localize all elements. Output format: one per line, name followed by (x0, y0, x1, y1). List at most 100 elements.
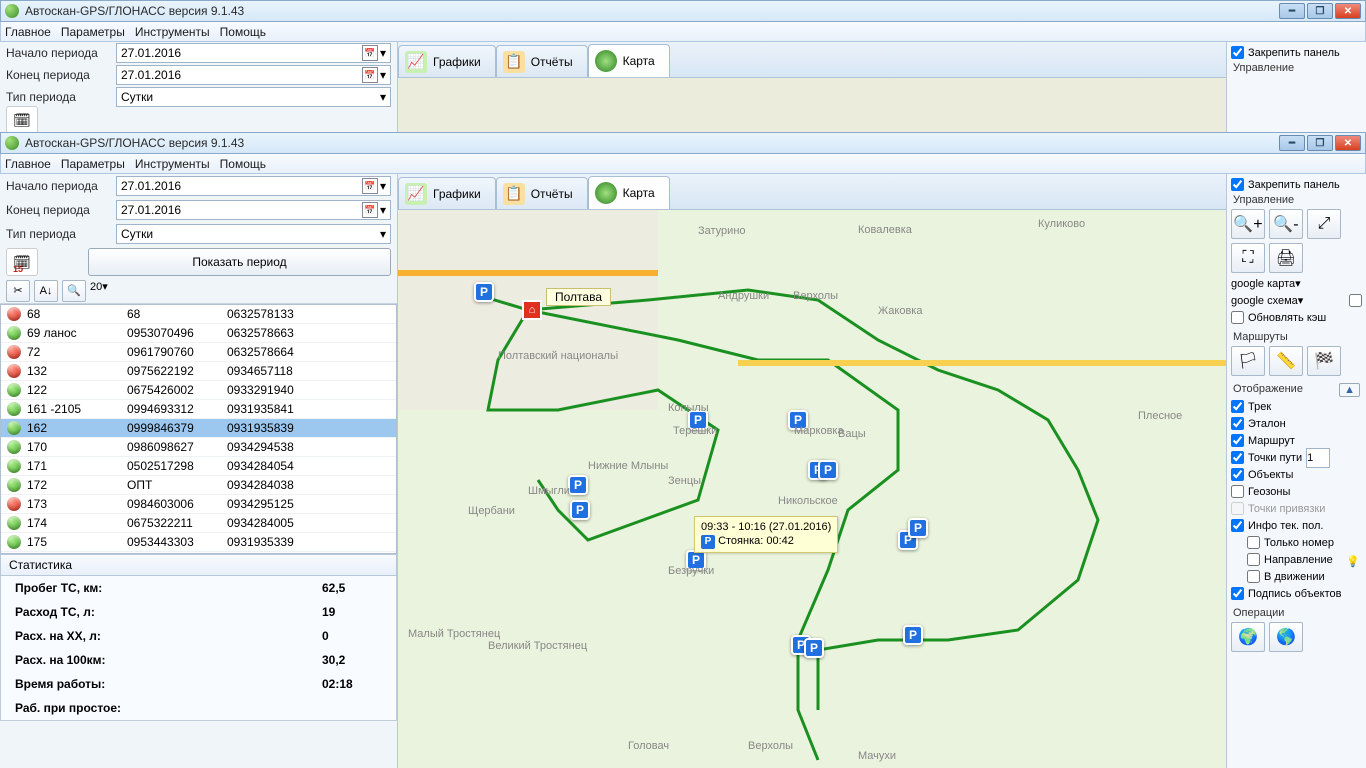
vehicle-row[interactable]: 161 -2105 0994693312 0931935841 (1, 400, 396, 419)
tab-map-back[interactable]: Карта (588, 44, 670, 77)
end-date-input[interactable]: 27.01.2016 📅▾ (116, 200, 391, 220)
vehicle-row[interactable]: 162 0999846379 0931935839 (1, 419, 396, 438)
number-only-checkbox[interactable]: Только номер (1229, 534, 1364, 551)
vehicle-row[interactable]: 172 ОПТ 0934284038 (1, 476, 396, 495)
status-dot-icon (7, 516, 21, 530)
vehicle-row[interactable]: 173 0984603006 0934295125 (1, 495, 396, 514)
info-current-checkbox[interactable]: Инфо тек. пол. (1229, 517, 1364, 534)
type-select-back[interactable]: Сутки ▾ (116, 87, 391, 107)
moving-checkbox[interactable]: В движении (1229, 568, 1364, 585)
route-checkbox[interactable]: Маршрут (1229, 432, 1364, 449)
parking-marker[interactable]: P (474, 282, 494, 302)
print-icon[interactable]: 🖨 (1269, 243, 1303, 273)
start-date-input-back[interactable]: 27.01.2016 📅▾ (116, 43, 391, 63)
menu-params[interactable]: Параметры (61, 157, 125, 171)
map-canvas[interactable]: ⌂ Полтава P P P P P P P P P P P P P 09:3… (398, 210, 1226, 768)
bind-points-checkbox[interactable]: Точки привязки (1229, 500, 1364, 517)
fullscreen-icon[interactable]: ⤢ (1307, 209, 1341, 239)
direction-checkbox[interactable]: Направление (1229, 551, 1364, 568)
vehicle-row[interactable]: 174 0675322211 0934284005 (1, 514, 396, 533)
tool-search-icon[interactable]: 🔍 (62, 280, 86, 302)
route-flag2-icon[interactable]: 🏁 (1307, 346, 1341, 376)
vehicle-row[interactable]: 122 0675426002 0933291940 (1, 381, 396, 400)
etalon-checkbox[interactable]: Эталон (1229, 415, 1364, 432)
menu-tools[interactable]: Инструменты (135, 157, 210, 171)
op-globe1-icon[interactable]: 🌍 (1231, 622, 1265, 652)
home-marker-icon[interactable]: ⌂ (522, 300, 542, 320)
pin-panel-checkbox[interactable]: Закрепить панель (1229, 176, 1364, 193)
pin-panel-checkbox-back[interactable]: Закрепить панель (1229, 44, 1364, 61)
tab-charts[interactable]: 📈Графики (398, 177, 496, 209)
fit-icon[interactable]: ⛶ (1231, 243, 1265, 273)
vehicle-row[interactable]: 72 0961790760 0632578664 (1, 343, 396, 362)
status-dot-icon (7, 345, 21, 359)
type-select[interactable]: Сутки ▾ (116, 224, 391, 244)
bulb-icon[interactable]: 💡 (1346, 555, 1360, 568)
show-period-button[interactable]: Показать период (88, 248, 391, 276)
menu-main[interactable]: Главное (5, 25, 51, 39)
tab-charts-back[interactable]: 📈Графики (398, 45, 496, 77)
calendar-icon[interactable]: 📅 (362, 178, 378, 194)
close-button[interactable]: ✕ (1335, 135, 1361, 151)
vehicle-row[interactable]: 132 0975622192 0934657118 (1, 362, 396, 381)
vehicle-col2: 0675322211 (127, 516, 227, 530)
parking-marker[interactable]: P (818, 460, 838, 480)
map-style-select[interactable]: google схема▾ (1231, 294, 1345, 307)
start-date-input[interactable]: 27.01.2016 📅▾ (116, 176, 391, 196)
collapse-icon[interactable]: ▲ (1339, 383, 1360, 397)
vehicle-row[interactable]: 68 68 0632578133 (1, 305, 396, 324)
zoom-in-icon[interactable]: 🔍+ (1231, 209, 1265, 239)
vehicle-col2: 0999846379 (127, 421, 227, 435)
parking-marker[interactable]: P (903, 625, 923, 645)
parking-marker[interactable]: P (804, 638, 824, 658)
menu-help[interactable]: Помощь (220, 157, 266, 171)
tab-reports-back[interactable]: 📋Отчёты (496, 45, 588, 77)
main-tabs: 📈Графики 📋Отчёты Карта (398, 174, 1226, 210)
close-button-back[interactable]: ✕ (1335, 3, 1361, 19)
calendar-icon[interactable]: 📅 (362, 45, 378, 61)
tool-sort-icon[interactable]: A↓ (34, 280, 58, 302)
tab-reports[interactable]: 📋Отчёты (496, 177, 588, 209)
menu-params[interactable]: Параметры (61, 25, 125, 39)
labels-checkbox[interactable]: Подпись объектов (1229, 585, 1364, 602)
menu-help[interactable]: Помощь (220, 25, 266, 39)
map-type-select[interactable]: google карта▾ (1231, 277, 1362, 290)
tab-map[interactable]: Карта (588, 176, 670, 209)
start-label: Начало периода (6, 179, 116, 193)
track-checkbox[interactable]: Трек (1229, 398, 1364, 415)
tool-cut-icon[interactable]: ✂ (6, 280, 30, 302)
route-flag1-icon[interactable]: 🏳 (1231, 346, 1265, 376)
parking-marker[interactable]: P (908, 518, 928, 538)
vehicle-row[interactable]: 171 0502517298 0934284054 (1, 457, 396, 476)
start-label: Начало периода (6, 46, 116, 60)
vehicle-row[interactable]: 69 ланос 0953070496 0632578663 (1, 324, 396, 343)
map-style-checkbox[interactable] (1349, 294, 1362, 307)
maximize-button[interactable]: ❐ (1307, 135, 1333, 151)
end-date-input-back[interactable]: 27.01.2016 📅▾ (116, 65, 391, 85)
geozones-checkbox[interactable]: Геозоны (1229, 483, 1364, 500)
vehicle-row[interactable]: 175 0953443303 0931935339 (1, 533, 396, 552)
menu-tools[interactable]: Инструменты (135, 25, 210, 39)
refresh-cache-checkbox[interactable]: Обновлять кэш (1229, 309, 1364, 326)
route-measure-icon[interactable]: 📏 (1269, 346, 1303, 376)
calendar-icon[interactable]: 📅 (362, 67, 378, 83)
calendar-icon[interactable]: 📅 (362, 202, 378, 218)
maximize-button-back[interactable]: ❐ (1307, 3, 1333, 19)
calendar-big-icon[interactable]: 🗓 (6, 106, 38, 134)
vehicle-row[interactable]: 170 0986098627 0934294538 (1, 438, 396, 457)
waypoints-checkbox[interactable]: Точки пути (1229, 449, 1364, 466)
vehicle-list[interactable]: 68 68 0632578133 69 ланос 0953070496 063… (0, 304, 397, 554)
op-globe2-icon[interactable]: 🌎 (1269, 622, 1303, 652)
menu-main[interactable]: Главное (5, 157, 51, 171)
minimize-button-back[interactable]: ━ (1279, 3, 1305, 19)
map-city-label: Вацы (838, 428, 866, 440)
objects-checkbox[interactable]: Объекты (1229, 466, 1364, 483)
calendar-big-icon[interactable]: 🗓15 (6, 248, 38, 276)
zoom-out-icon[interactable]: 🔍- (1269, 209, 1303, 239)
parking-marker[interactable]: P (570, 500, 590, 520)
map-city-label: Нижние Млыны (588, 460, 668, 472)
zoom-select[interactable]: 20▾ (90, 280, 136, 302)
minimize-button[interactable]: ━ (1279, 135, 1305, 151)
waypoints-value[interactable] (1306, 448, 1330, 468)
parking-marker[interactable]: P (568, 475, 588, 495)
